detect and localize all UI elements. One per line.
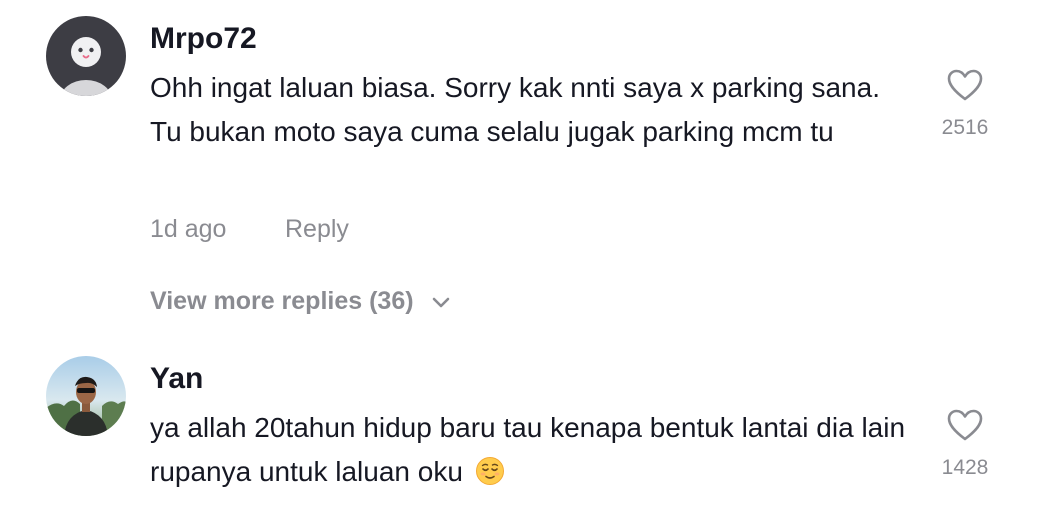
comment-item: Mrpo72 Ohh ingat laluan biasa. Sorry kak… xyxy=(0,0,1040,330)
view-more-replies-button[interactable]: View more replies (36) xyxy=(150,287,452,316)
comment-text: Ohh ingat laluan biasa. Sorry kak nnti s… xyxy=(150,72,880,147)
heart-icon[interactable] xyxy=(946,68,984,102)
comment-text-content: ya allah 20tahun hidup baru tau kenapa b… xyxy=(150,412,906,487)
view-more-replies-label: View more replies (36) xyxy=(150,287,414,315)
user-photo xyxy=(46,356,126,436)
avatar[interactable] xyxy=(46,356,126,436)
heart-icon[interactable] xyxy=(946,408,984,442)
comment-text: ya allah 20tahun hidup baru tau kenapa b… xyxy=(150,406,910,494)
like-group: 1428 xyxy=(925,408,1005,480)
comment-timestamp: 1d ago xyxy=(150,215,227,243)
default-avatar-icon xyxy=(46,16,126,96)
comment-username[interactable]: Yan xyxy=(150,362,203,396)
relieved-face-icon xyxy=(475,457,504,485)
comment-username[interactable]: Mrpo72 xyxy=(150,22,257,56)
chevron-down-icon xyxy=(432,297,449,307)
like-count: 1428 xyxy=(941,456,989,479)
comment-item: Yan ya allah 20tahun hidup baru tau kena… xyxy=(0,340,1040,506)
like-group: 2516 xyxy=(925,68,1005,140)
avatar[interactable] xyxy=(46,16,126,96)
like-count: 2516 xyxy=(941,116,989,139)
reply-button[interactable]: Reply xyxy=(285,215,349,244)
